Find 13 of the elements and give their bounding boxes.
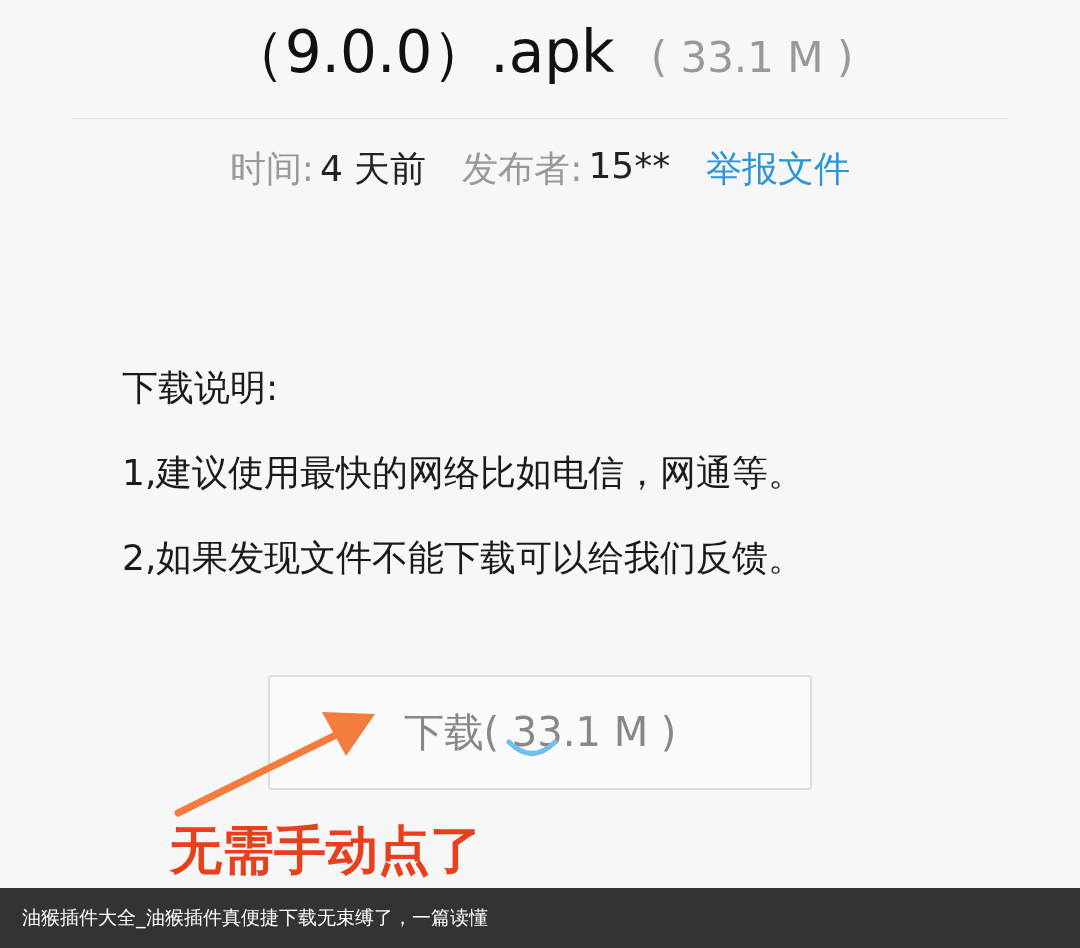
instruction-line: 1,建议使用最快的网络比如电信，网通等。 [122,451,805,495]
instruction-line: 2,如果发现文件不能下载可以给我们反馈。 [122,536,805,580]
caption-text: 油猴插件大全_油猴插件真便捷下载无束缚了，一篇读懂 [22,905,488,931]
meta-value: 15** [588,145,671,188]
instructions-heading: 下载说明: [122,366,280,410]
annotation-text: 无需手动点了 [170,822,482,880]
report-link[interactable]: 举报文件 [706,145,851,194]
meta-value: 4 天前 [319,147,427,191]
file-size: ( 33.1 M ) [650,33,854,82]
meta-label: 时间: [229,147,314,191]
meta-label: 发布者: [462,147,583,191]
download-button[interactable]: 下载( 33.1 M ) [268,675,812,790]
file-name: （9.0.0）.apk [226,17,615,88]
